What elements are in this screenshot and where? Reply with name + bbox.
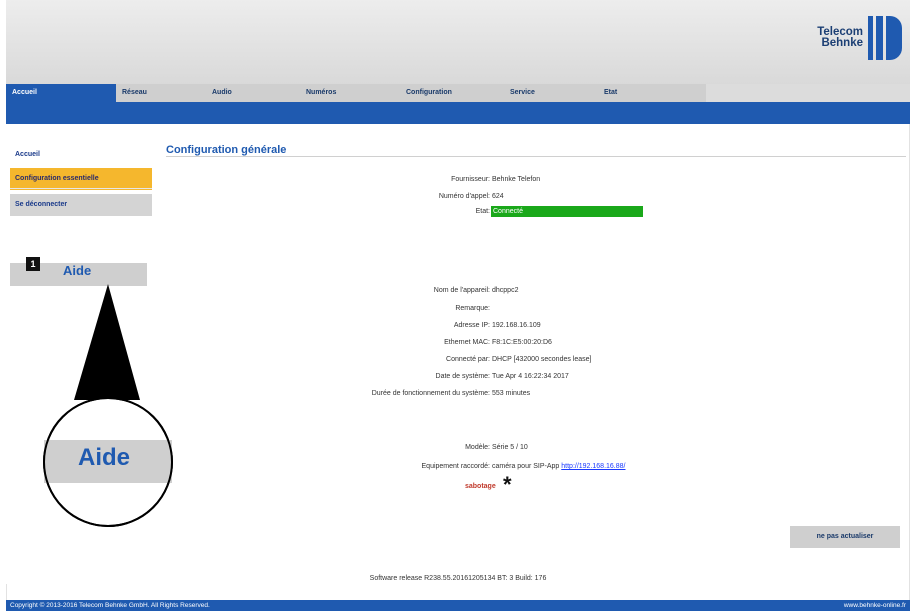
provider-label: Fournisseur: (451, 176, 490, 183)
tab-audio[interactable]: Audio (206, 84, 300, 102)
tabs-spacer (706, 84, 910, 102)
copyright-text: Copyright © 2013-2016 Telecom Behnke Gmb… (10, 602, 210, 609)
tab-numeros[interactable]: Numéros (300, 84, 400, 102)
tab-accueil[interactable]: Accueil (6, 84, 116, 102)
device-name-value: dhcppc2 (492, 287, 519, 294)
tab-reseau[interactable]: Réseau (116, 84, 206, 102)
sidebar-divider (10, 188, 152, 189)
connected-equipment-label: Equipement raccordé: (421, 463, 490, 470)
uptime-label: Durée de fonctionnement du système: (371, 390, 490, 397)
title-divider (166, 156, 906, 157)
callout-number-badge: 1 (26, 257, 40, 271)
main-tabs: Accueil Réseau Audio Numéros Configurati… (6, 84, 910, 102)
uptime-value: 553 minutes (492, 390, 531, 397)
remark-label: Remarque: (455, 305, 490, 312)
mac-value: F8:1C:E5:00:20:D6 (492, 339, 552, 346)
software-release-info: Software release R238.55.20161205134 BT:… (369, 575, 547, 582)
system-date-value: Tue Apr 4 16:22:34 2017 (492, 373, 569, 380)
ip-address-label: Adresse IP: (453, 322, 490, 329)
connected-by-value: DHCP [432000 secondes lease] (492, 356, 592, 363)
camera-link[interactable]: http://192.168.16.88/ (561, 463, 625, 470)
footer: Copyright © 2013-2016 Telecom Behnke Gmb… (6, 600, 910, 611)
sidebar: Accueil Configuration essentielle Se déc… (6, 124, 152, 584)
provider-value: Behnke Telefon (492, 176, 541, 183)
sidebar-item-accueil[interactable]: Accueil (10, 144, 152, 166)
header: Telecom Behnke (6, 0, 910, 84)
sidebar-item-configuration-essentielle[interactable]: Configuration essentielle (10, 168, 152, 190)
phone-number-value: 624 (492, 193, 504, 200)
mac-label: Ethernet MAC: (444, 339, 490, 346)
tab-service[interactable]: Service (504, 84, 598, 102)
state-status-badge: Connecté (491, 206, 643, 217)
state-label: Etat: (475, 208, 490, 215)
tab-etat[interactable]: Etat (598, 84, 706, 102)
sabotage-status: sabotage (465, 483, 496, 490)
sidebar-item-logout[interactable]: Se déconnecter (10, 194, 152, 216)
model-label: Modèle: (465, 444, 490, 451)
system-date-label: Date de système: (435, 373, 490, 380)
device-name-label: Nom de l'appareil: (433, 287, 490, 294)
asterisk-marker: * (503, 472, 512, 497)
help-label: Aide (63, 263, 92, 278)
connected-equipment-value: caméra pour SIP-App http://192.168.16.88… (492, 463, 626, 470)
tab-configuration[interactable]: Configuration (400, 84, 504, 102)
page-title: Configuration générale (166, 144, 287, 156)
zoom-help-label: Aide (78, 444, 131, 471)
website-link[interactable]: www.behnke-online.fr (844, 600, 906, 611)
logo-mark-icon (868, 16, 902, 60)
phone-number-label: Numéro d'appel: (438, 193, 490, 200)
model-value: Série 5 / 10 (492, 444, 528, 451)
connected-by-label: Connecté par: (446, 356, 490, 363)
sub-nav-bar (6, 102, 910, 124)
no-refresh-button[interactable]: ne pas actualiser (790, 526, 900, 548)
ip-address-value: 192.168.16.109 (492, 322, 541, 329)
telecom-behnke-logo: Telecom Behnke (817, 14, 902, 62)
